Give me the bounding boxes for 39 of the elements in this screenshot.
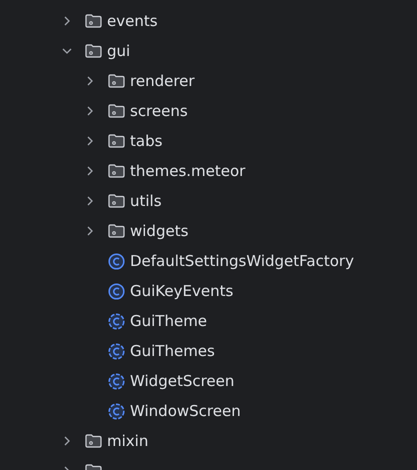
chevron-right-icon[interactable] [62,436,72,446]
class-name[interactable]: GuiThemes [130,340,215,362]
folder-name[interactable]: widgets [130,220,188,242]
folder-name[interactable]: renderer [130,70,195,92]
dashed-class-icon [108,402,125,420]
folder-icon [85,14,102,28]
folder-icon [108,194,125,208]
folder-name[interactable]: events [107,10,158,32]
folder-name[interactable]: mixin [107,430,148,452]
class-name[interactable]: GuiKeyEvents [130,280,234,302]
chevron-right-icon[interactable] [85,136,95,146]
class-icon [108,252,125,270]
folder-name[interactable]: tabs [130,130,162,152]
folder-icon [108,164,125,178]
class-name[interactable]: WidgetScreen [130,370,234,392]
class-name[interactable]: DefaultSettingsWidgetFactory [130,250,354,272]
class-name[interactable]: WindowScreen [130,400,241,422]
chevron-right-icon[interactable] [85,106,95,116]
folder-icon [85,44,102,58]
chevron-down-icon[interactable] [62,46,72,56]
folder-name[interactable]: screens [130,100,188,122]
dashed-class-icon [108,312,125,330]
folder-icon [108,134,125,148]
chevron-right-icon[interactable] [85,166,95,176]
dashed-class-icon [108,342,125,360]
dashed-class-icon [108,372,125,390]
folder-icon [108,74,125,88]
class-name[interactable]: GuiTheme [130,310,208,332]
chevron-right-icon[interactable] [85,76,95,86]
folder-name[interactable]: gui [107,40,130,62]
chevron-right-icon[interactable] [85,196,95,206]
folder-name[interactable]: utils [130,190,162,212]
folder-name[interactable]: themes.meteor [130,160,246,182]
class-icon [108,282,125,300]
chevron-right-icon[interactable] [62,16,72,26]
folder-icon [108,224,125,238]
folder-icon [85,434,102,448]
folder-icon [108,104,125,118]
chevron-right-icon[interactable] [85,226,95,236]
